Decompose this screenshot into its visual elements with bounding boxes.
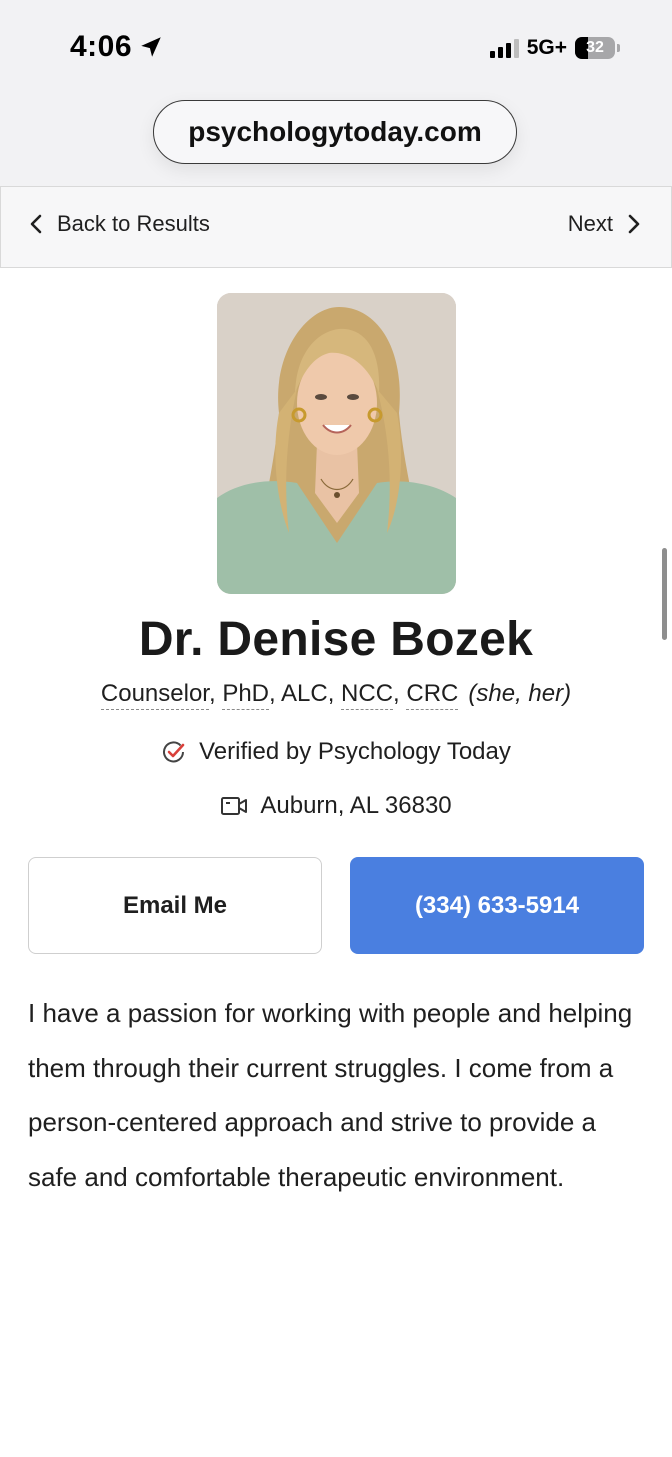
email-me-label: Email Me <box>122 891 228 919</box>
address-bar[interactable]: psychologytoday.com <box>153 100 517 164</box>
credential-alc: ALC <box>281 680 328 707</box>
status-time-text: 4:06 <box>70 30 133 63</box>
next-result-label: Next <box>567 211 613 236</box>
network-type: 5G+ <box>526 36 567 59</box>
email-me-button[interactable]: Email Me <box>28 857 322 954</box>
chevron-left-icon <box>30 214 42 234</box>
chevron-right-icon <box>628 214 640 234</box>
call-phone-button[interactable]: (334) 633-5914 <box>350 857 644 954</box>
credentials-line: Counselor, PhD, ALC, NCC, CRC (she, her) <box>0 680 672 710</box>
location-line: Auburn, AL 36830 <box>0 792 672 820</box>
credential-phd[interactable]: PhD <box>222 680 269 710</box>
credential-ncc[interactable]: NCC <box>341 680 394 710</box>
status-bar-indicators: 5G+ 32 <box>489 36 620 60</box>
pronouns: (she, her) <box>468 680 572 707</box>
battery-percent: 32 <box>586 39 604 56</box>
back-to-results-label: Back to Results <box>57 211 210 236</box>
next-result-link[interactable]: Next <box>568 211 641 237</box>
results-navigation: Back to Results Next <box>0 186 672 268</box>
verified-badge[interactable]: Verified by Psychology Today <box>0 738 672 766</box>
location-text: Auburn, AL 36830 <box>260 792 452 819</box>
verified-text: Verified by Psychology Today <box>199 738 511 765</box>
verified-check-icon <box>163 741 185 763</box>
profile-photo <box>217 293 456 594</box>
browser-chrome: 4:06 5G+ 32 psychologytoday.com <box>0 0 672 186</box>
battery-nub <box>617 44 620 52</box>
back-to-results-link[interactable]: Back to Results <box>29 211 210 237</box>
address-bar-url: psychologytoday.com <box>188 116 482 147</box>
battery-icon: 32 <box>575 37 615 59</box>
about-paragraph: I have a passion for working with people… <box>28 998 633 1192</box>
location-arrow-icon <box>141 37 161 57</box>
scroll-indicator[interactable] <box>662 548 667 640</box>
status-bar-time: 4:06 <box>70 30 164 64</box>
cellular-signal-icon <box>489 38 519 58</box>
phone-number-label: (334) 633-5914 <box>414 891 580 919</box>
profile-photo-illustration <box>217 293 456 594</box>
credential-crc[interactable]: CRC <box>406 680 459 710</box>
credential-counselor[interactable]: Counselor <box>100 680 209 710</box>
video-camera-icon <box>221 797 248 815</box>
provider-name: Dr. Denise Bozek <box>138 613 534 666</box>
